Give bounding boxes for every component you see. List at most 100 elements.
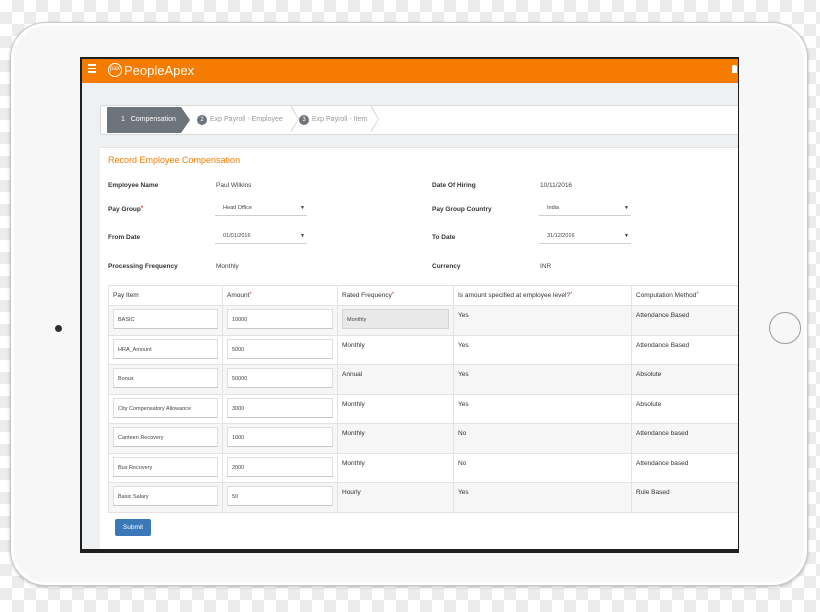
brand-name: PeopleApex <box>124 63 195 78</box>
pay-group-country-label: Pay Group Country <box>432 206 492 213</box>
table-row: HRA_Amount 5000 Monthly Yes Attendance B… <box>108 334 738 365</box>
processing-frequency-label: Processing Frequency <box>108 263 178 270</box>
date-of-hiring-label: Date Of Hiring <box>432 182 476 189</box>
pay-group-country-value: India <box>547 205 559 211</box>
computation-method-value: Attendance Based <box>636 341 690 349</box>
column-header-rated-frequency: Rated Frequency* <box>337 285 454 306</box>
pay-item-input[interactable]: HRA_Amount <box>113 338 218 359</box>
app-window: pax PeopleApex 1 Compensation 2 Exp Payro… <box>82 59 738 549</box>
wizard-steps: 1 Compensation 2 Exp Payroll - Employee 3… <box>100 105 738 135</box>
required-mark: * <box>570 292 573 298</box>
table-row: BASIC 10000 Monthly Yes Attendance Based <box>108 305 738 336</box>
rated-frequency-value: Monthly <box>342 430 365 437</box>
pay-item-input[interactable]: Bus Recovery <box>113 456 218 477</box>
amount-input[interactable]: 2000 <box>227 456 333 477</box>
step-label: Exp Payroll - Employee <box>210 116 283 123</box>
pay-group-country-select[interactable]: India ▼ <box>539 201 631 216</box>
processing-frequency-value: Monthly <box>216 263 239 270</box>
employee-level-value: Yes <box>458 341 469 349</box>
employee-level-value: Yes <box>458 400 469 408</box>
computation-method-value: Rule Based <box>636 489 670 496</box>
step-label: Compensation <box>130 116 176 123</box>
from-date-value: 01/01/2016 <box>223 233 251 239</box>
column-header-computation-method: Computation Method* <box>631 285 738 306</box>
employee-level-value: Yes <box>458 312 469 319</box>
date-of-hiring-value: 10/11/2016 <box>540 182 573 189</box>
pay-group-label-text: Pay Group <box>108 206 141 213</box>
to-date-value: 31/12/2016 <box>547 233 575 239</box>
pay-item-input[interactable]: Basic Salary <box>113 486 218 506</box>
hamburger-menu-icon[interactable] <box>88 64 96 73</box>
step-number: 2 <box>197 115 207 125</box>
form-title: Record Employee Compensation <box>108 155 241 165</box>
column-header-rated-frequency-text: Rated Frequency <box>342 292 392 299</box>
amount-input[interactable]: 50000 <box>227 368 333 388</box>
column-header-amount-text: Amount <box>227 292 250 299</box>
computation-method-value: Attendance based <box>636 430 689 437</box>
computation-method-value: Attendance based <box>636 459 689 467</box>
step-number: 1 <box>121 116 125 123</box>
pay-group-select[interactable]: Head Office ▼ <box>215 201 307 216</box>
step-exp-payroll-item[interactable]: 3 Exp Payroll - Item <box>299 107 367 133</box>
rated-frequency-value: Monthly <box>342 400 365 408</box>
currency-label: Currency <box>432 263 461 270</box>
step-exp-payroll-employee[interactable]: 2 Exp Payroll - Employee <box>197 107 283 133</box>
pay-item-input[interactable]: BASIC <box>113 309 218 329</box>
to-date-label: To Date <box>432 234 456 241</box>
pay-item-input[interactable]: Canteen Recovery <box>113 427 218 447</box>
pay-item-input[interactable]: City Compensatory Allowance <box>113 397 218 418</box>
step-compensation[interactable]: 1 Compensation <box>107 107 190 133</box>
from-date-label: From Date <box>108 234 141 241</box>
rated-frequency-value: Annual <box>342 371 363 378</box>
column-header-pay-item: Pay Item <box>108 285 223 306</box>
rated-frequency-value: Monthly <box>342 341 365 349</box>
amount-input[interactable]: 5000 <box>227 338 333 359</box>
pay-group-value: Head Office <box>223 205 252 211</box>
required-mark: * <box>391 292 395 298</box>
table-header-row: Pay Item Amount* Rated Frequency* Is amo… <box>108 285 738 306</box>
notification-icon[interactable] <box>732 65 737 73</box>
rated-frequency-value: Monthly <box>342 459 365 467</box>
rated-frequency-value: Hourly <box>342 489 361 496</box>
step-number: 3 <box>299 115 309 125</box>
submit-button[interactable]: Submit <box>115 519 151 536</box>
home-button[interactable] <box>769 312 801 344</box>
computation-method-value: Absolute <box>636 400 662 408</box>
required-mark: * <box>249 292 252 298</box>
required-mark: * <box>696 292 699 298</box>
column-header-employee-level: Is amount specified at employee level?* <box>453 285 632 306</box>
rated-frequency-select[interactable]: Monthly <box>342 309 449 329</box>
employee-level-value: Yes <box>458 371 469 378</box>
employee-name-value: Paul Wilkins <box>216 182 252 189</box>
employee-level-value: No <box>458 459 467 467</box>
currency-value: INR <box>540 263 552 270</box>
camera-dot <box>55 325 62 332</box>
from-date-select[interactable]: 01/01/2016 ▼ <box>215 229 307 244</box>
computation-method-value: Attendance Based <box>636 312 690 319</box>
chevron-down-icon: ▼ <box>300 233 305 239</box>
compensation-form: Record Employee Compensation Employee Na… <box>100 147 738 549</box>
pay-group-label: Pay Group* <box>108 206 143 213</box>
table-row: Bonus 50000 Annual Yes Absolute <box>108 364 738 395</box>
step-divider-icon <box>290 105 299 133</box>
column-header-employee-level-text: Is amount specified at employee level? <box>458 292 571 299</box>
employee-name-label: Employee Name <box>108 182 159 189</box>
step-divider-icon <box>370 105 379 133</box>
chevron-down-icon: ▼ <box>624 205 629 211</box>
amount-input[interactable]: 50 <box>227 486 333 506</box>
amount-input[interactable]: 1000 <box>227 427 333 447</box>
table-row: Canteen Recovery 1000 Monthly No Attenda… <box>108 423 738 454</box>
tablet-screen: pax PeopleApex 1 Compensation 2 Exp Payro… <box>80 57 739 553</box>
column-header-amount: Amount* <box>222 285 338 306</box>
pay-item-input[interactable]: Bonus <box>113 368 218 388</box>
amount-input[interactable]: 10000 <box>227 309 333 329</box>
table-row: Basic Salary 50 Hourly Yes Rule Based <box>108 482 738 513</box>
table-row: City Compensatory Allowance 3000 Monthly… <box>108 393 738 424</box>
employee-level-value: No <box>458 430 467 437</box>
computation-method-value: Absolute <box>636 371 662 378</box>
required-mark: * <box>140 206 144 212</box>
logo-icon: pax <box>108 63 122 77</box>
pay-items-table: Pay Item Amount* Rated Frequency* Is amo… <box>108 285 738 513</box>
amount-input[interactable]: 3000 <box>227 397 333 418</box>
to-date-select[interactable]: 31/12/2016 ▼ <box>539 229 631 244</box>
